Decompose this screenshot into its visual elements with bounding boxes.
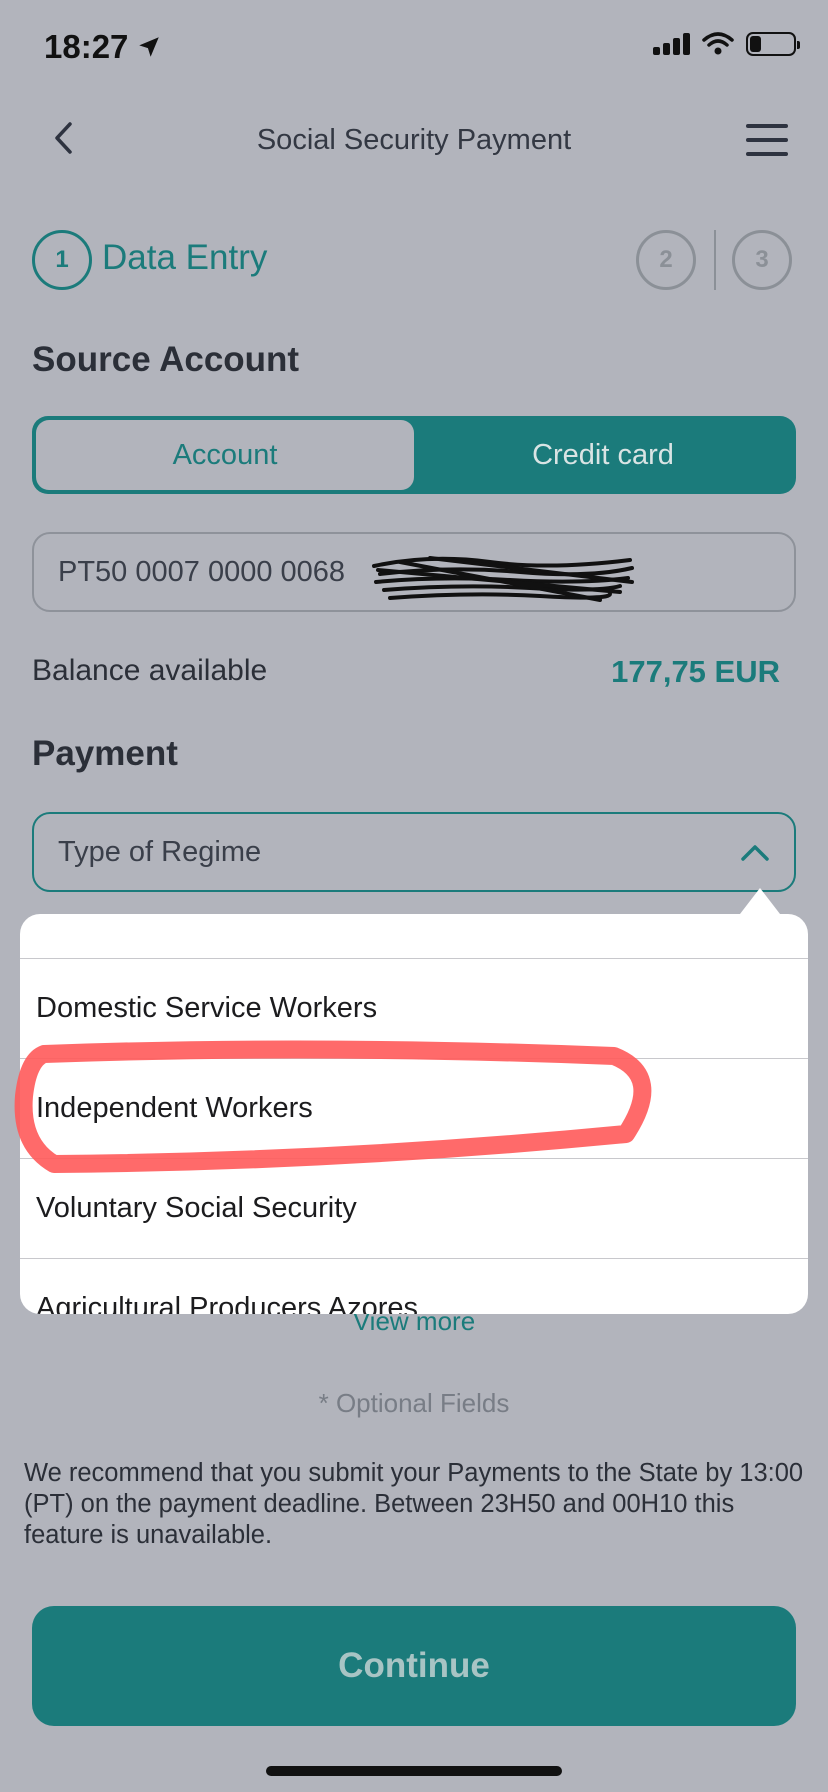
redaction-scribble: [372, 556, 634, 602]
hamburger-menu-icon[interactable]: [746, 124, 788, 156]
regime-type-select[interactable]: Type of Regime: [32, 812, 796, 892]
step-divider: [714, 230, 716, 290]
balance-value: 177,75 EUR: [611, 654, 780, 689]
step-1-label: Data Entry: [102, 238, 268, 277]
status-indicators: [653, 32, 800, 56]
regime-select-label: Type of Regime: [58, 835, 262, 868]
optional-fields-note: * Optional Fields: [318, 1388, 510, 1418]
location-arrow-icon: [139, 37, 160, 57]
payment-deadline-notice: We recommend that you submit your Paymen…: [24, 1459, 804, 1549]
account-number: PT50 0007 0000 0068: [58, 555, 346, 588]
step-1-indicator: 1: [32, 230, 92, 290]
status-time-text: 18:27: [44, 28, 129, 65]
tab-credit-card[interactable]: Credit card: [414, 420, 792, 490]
payment-title: Payment: [32, 734, 178, 773]
chevron-up-icon: [741, 845, 769, 861]
step-2-indicator: 2: [636, 230, 696, 290]
source-account-title: Source Account: [32, 340, 300, 379]
continue-button[interactable]: Continue: [32, 1606, 796, 1726]
cellular-signal-icon: [653, 33, 690, 55]
balance-label: Balance available: [32, 654, 268, 687]
red-annotation-highlight: [14, 1040, 652, 1173]
wifi-icon: [702, 32, 734, 55]
account-type-segmented-control: Account Credit card: [32, 416, 796, 494]
option-agricultural-producers-azores[interactable]: Agricultural Producers Azores: [20, 1258, 808, 1314]
battery-icon: [746, 32, 800, 56]
home-indicator: [266, 1766, 562, 1776]
step-3-indicator: 3: [732, 230, 792, 290]
status-time: 18:27: [44, 28, 162, 66]
dropdown-pointer: [740, 888, 780, 914]
page-title: Social Security Payment: [256, 124, 572, 156]
tab-account[interactable]: Account: [36, 420, 414, 490]
